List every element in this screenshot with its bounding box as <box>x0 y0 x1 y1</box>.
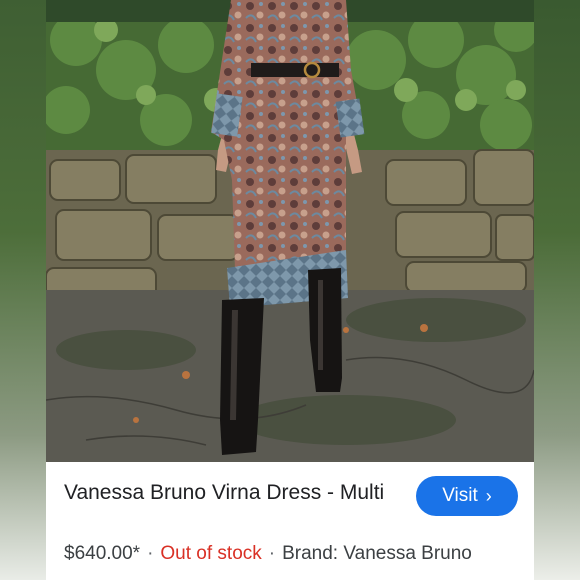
product-price: $640.00* <box>64 543 141 564</box>
separator-dot: · <box>268 543 276 564</box>
blurred-background-left <box>0 0 46 580</box>
product-brand: Brand: Vanessa Bruno <box>282 543 472 564</box>
product-card[interactable]: Vanessa Bruno Virna Dress - Multi Visit … <box>46 462 534 580</box>
product-photo <box>46 0 534 462</box>
blurred-background-right <box>534 0 580 580</box>
chevron-right-icon: › <box>485 485 492 506</box>
visit-label: Visit <box>442 485 478 506</box>
visit-button[interactable]: Visit › <box>416 476 518 516</box>
stock-status: Out of stock <box>160 543 262 564</box>
product-meta: $640.00* · Out of stock · Brand: Vanessa Bru… <box>64 543 472 565</box>
product-image[interactable] <box>46 0 534 462</box>
separator-dot: · <box>147 543 154 564</box>
product-title[interactable]: Vanessa Bruno Virna Dress - Multi <box>64 478 394 508</box>
